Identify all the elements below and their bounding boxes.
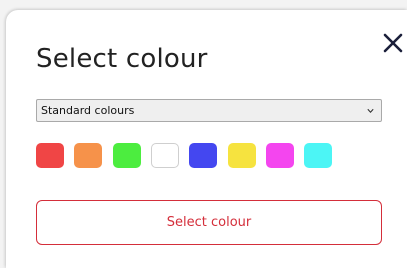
swatch-red[interactable] xyxy=(36,143,64,168)
swatch-cyan[interactable] xyxy=(304,143,332,168)
chevron-down-icon xyxy=(367,108,374,114)
swatch-green[interactable] xyxy=(113,143,141,168)
select-colour-button[interactable]: Select colour xyxy=(36,200,382,245)
swatch-orange[interactable] xyxy=(74,143,102,168)
swatch-magenta[interactable] xyxy=(266,143,294,168)
swatch-blue[interactable] xyxy=(189,143,217,168)
dialog-title: Select colour xyxy=(36,44,208,74)
palette-dropdown[interactable]: Standard colours xyxy=(36,99,382,122)
swatch-yellow[interactable] xyxy=(228,143,256,168)
close-icon xyxy=(383,33,403,53)
palette-dropdown-value: Standard colours xyxy=(41,104,135,117)
swatch-white[interactable] xyxy=(151,143,179,168)
close-button[interactable] xyxy=(382,32,404,54)
